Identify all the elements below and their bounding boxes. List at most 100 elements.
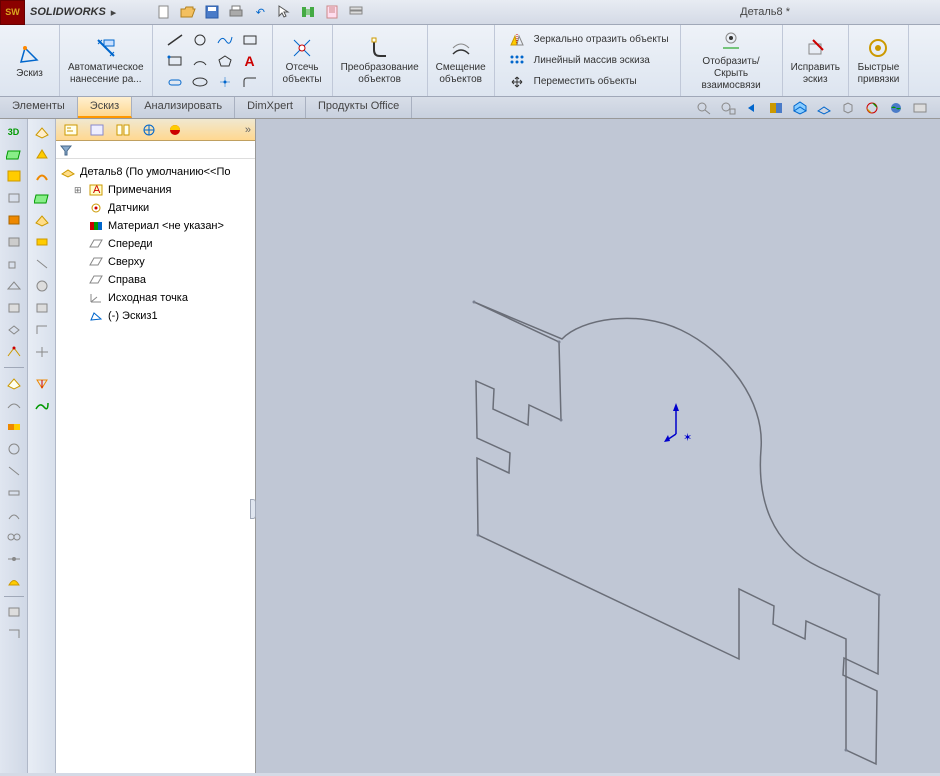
options-icon[interactable] — [324, 4, 340, 20]
pattern-icon[interactable] — [506, 52, 528, 70]
tree-sensors[interactable]: Датчики — [60, 199, 251, 217]
feature-icon-5[interactable] — [4, 255, 24, 273]
rebuild-icon[interactable] — [300, 4, 316, 20]
appearance-icon[interactable] — [862, 99, 882, 117]
save-icon[interactable] — [204, 4, 220, 20]
select-icon[interactable] — [276, 4, 292, 20]
spline-icon[interactable] — [214, 31, 236, 49]
polygon-icon[interactable] — [214, 52, 236, 70]
feature-icon-11[interactable] — [4, 440, 24, 458]
line-icon[interactable] — [164, 31, 186, 49]
feature-icon-2[interactable] — [4, 189, 24, 207]
vt-icon-13[interactable] — [32, 397, 52, 415]
sketch-button[interactable]: Эскиз — [16, 42, 43, 80]
open-icon[interactable] — [180, 4, 196, 20]
repair-button[interactable]: Исправить эскиз — [791, 36, 840, 86]
feature-icon-9[interactable] — [4, 343, 24, 361]
ellipse-icon[interactable] — [189, 73, 211, 91]
feature-icon-1[interactable] — [4, 167, 24, 185]
move-icon[interactable] — [506, 73, 528, 91]
feature-icon-3[interactable] — [4, 211, 24, 229]
zoom-area-icon[interactable] — [718, 99, 738, 117]
tab-elements[interactable]: Элементы — [0, 97, 78, 118]
move-label[interactable]: Переместить объекты — [534, 76, 637, 87]
feature-icon-6[interactable] — [4, 277, 24, 295]
feature-icon-8[interactable] — [4, 321, 24, 339]
3d-view-icon[interactable]: 3D — [4, 123, 24, 141]
tree-right-plane[interactable]: Справа — [60, 271, 251, 289]
panel-splitter[interactable] — [250, 499, 256, 519]
corner-rect-icon[interactable] — [164, 52, 186, 70]
feature-icon-12[interactable] — [4, 462, 24, 480]
vt-icon-11[interactable] — [32, 343, 52, 361]
rectangle-icon[interactable] — [239, 31, 261, 49]
scene-icon[interactable] — [886, 99, 906, 117]
trim-button[interactable]: Отсечь объекты — [283, 36, 322, 86]
fillet-icon[interactable] — [239, 73, 261, 91]
tree-tab-feature-icon[interactable] — [60, 121, 82, 139]
zoom-fit-icon[interactable] — [694, 99, 714, 117]
vt-icon-7[interactable] — [32, 255, 52, 273]
feature-icon-10[interactable] — [4, 418, 24, 436]
print-icon[interactable] — [228, 4, 244, 20]
mirror-label[interactable]: Зеркально отразить объекты — [534, 34, 669, 45]
tab-sketch[interactable]: Эскиз — [78, 97, 132, 118]
ref-geom-icon[interactable] — [4, 374, 24, 392]
undo-icon[interactable]: ↶ — [252, 4, 268, 20]
tree-expand-icon[interactable]: » — [245, 124, 251, 136]
sketch-geometry[interactable] — [474, 302, 879, 764]
tree-root[interactable]: Деталь8 (По умолчанию<<По — [60, 163, 251, 181]
feature-icon-17[interactable] — [4, 572, 24, 590]
slot-icon[interactable] — [164, 73, 186, 91]
expand-icon[interactable]: ⊞ — [74, 185, 84, 196]
feature-icon-15[interactable] — [4, 528, 24, 546]
tree-origin[interactable]: Исходная точка — [60, 289, 251, 307]
vt-icon-2[interactable] — [32, 145, 52, 163]
feature-icon-4[interactable] — [4, 233, 24, 251]
tab-analyze[interactable]: Анализировать — [132, 97, 235, 118]
arc-icon[interactable] — [189, 52, 211, 70]
feature-icon-13[interactable] — [4, 484, 24, 502]
new-icon[interactable] — [156, 4, 172, 20]
tree-front-plane[interactable]: Спереди — [60, 235, 251, 253]
vt-icon-5[interactable] — [32, 211, 52, 229]
tree-tab-render-icon[interactable] — [164, 121, 186, 139]
snaps-button[interactable]: Быстрые привязки — [858, 36, 900, 86]
vt-icon-12[interactable] — [32, 375, 52, 393]
view-settings-icon[interactable] — [910, 99, 930, 117]
vt-icon-3[interactable] — [32, 167, 52, 185]
curves-icon[interactable] — [4, 396, 24, 414]
circle-icon[interactable] — [189, 31, 211, 49]
tree-sketch1[interactable]: (-) Эскиз1 — [60, 307, 251, 325]
title-dropdown-icon[interactable]: ▸ — [111, 6, 117, 19]
display-relations-button[interactable]: Отобразить/Скрыть взаимосвязи — [689, 30, 774, 92]
vt-icon-10[interactable] — [32, 321, 52, 339]
vt-icon-6[interactable] — [32, 233, 52, 251]
previous-view-icon[interactable] — [742, 99, 762, 117]
settings-icon[interactable] — [348, 4, 364, 20]
display-style-icon[interactable] — [814, 99, 834, 117]
tree-tab-dim-icon[interactable] — [138, 121, 160, 139]
hide-show-icon[interactable] — [838, 99, 858, 117]
vt-icon-1[interactable] — [32, 123, 52, 141]
tree-tab-property-icon[interactable] — [86, 121, 108, 139]
vt-icon-8[interactable] — [32, 277, 52, 295]
pattern-label[interactable]: Линейный массив эскиза — [534, 55, 650, 66]
text-icon[interactable]: A — [239, 52, 261, 70]
tree-annotations[interactable]: ⊞ A Примечания — [60, 181, 251, 199]
point-icon[interactable] — [214, 73, 236, 91]
feature-icon-7[interactable] — [4, 299, 24, 317]
tree-top-plane[interactable]: Сверху — [60, 253, 251, 271]
tree-filter[interactable] — [56, 141, 255, 159]
offset-button[interactable]: Смещение объектов — [436, 36, 486, 86]
feature-icon-14[interactable] — [4, 506, 24, 524]
view-orient-icon[interactable] — [790, 99, 810, 117]
tree-tab-config-icon[interactable] — [112, 121, 134, 139]
section-view-icon[interactable] — [766, 99, 786, 117]
feature-icon-18[interactable] — [4, 603, 24, 621]
sketch-plane-icon[interactable] — [4, 145, 24, 163]
tab-dimxpert[interactable]: DimXpert — [235, 97, 306, 118]
vt-icon-4[interactable] — [32, 189, 52, 207]
mirror-icon[interactable] — [506, 31, 528, 49]
convert-button[interactable]: Преобразование объектов — [341, 36, 419, 86]
